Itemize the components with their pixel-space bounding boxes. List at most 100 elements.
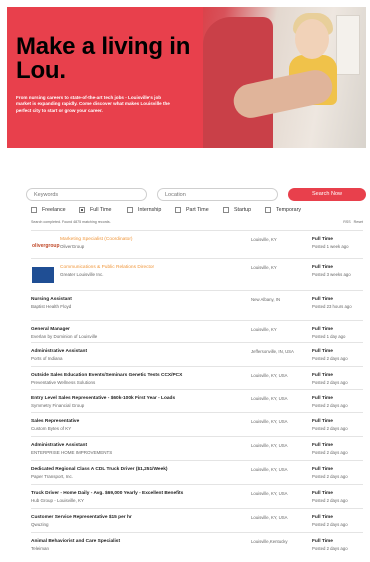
filter-label: Full Time bbox=[90, 207, 112, 213]
filter-label: Temporary bbox=[276, 207, 302, 213]
job-location: Louisville, KY, USA bbox=[251, 373, 288, 378]
job-row[interactable]: Communications & Public Relations Direct… bbox=[31, 258, 363, 290]
job-location: Louisville, KY bbox=[251, 237, 277, 242]
job-location: Louisville, KY, USA bbox=[251, 467, 288, 472]
results-summary: Search completed. Found 4875 matching re… bbox=[31, 220, 111, 224]
job-title[interactable]: Marketing Specialist (Coordinator) bbox=[60, 237, 260, 242]
job-location: Louisville, KY, USA bbox=[251, 491, 288, 496]
filter-label: Freelance bbox=[42, 207, 66, 213]
job-posted: Posted 2 days ago bbox=[312, 546, 348, 551]
job-title[interactable]: General Manager bbox=[31, 327, 231, 332]
hero-banner: Make a living in Lou. From nursing caree… bbox=[7, 7, 366, 148]
job-list: olivergroup Marketing Specialist (Coordi… bbox=[31, 230, 363, 556]
job-title[interactable]: Outside Sales Education Events/Seminars … bbox=[31, 373, 231, 378]
search-bar: Search Now bbox=[26, 188, 366, 201]
job-row[interactable]: Sales Representative Custom Bytes of KY … bbox=[31, 412, 363, 436]
job-title[interactable]: Nursing Assistant bbox=[31, 297, 231, 302]
filter-full-time[interactable]: Full Time bbox=[79, 207, 112, 213]
job-type: Full Time bbox=[312, 419, 333, 424]
greater-louisville-logo bbox=[32, 267, 54, 283]
reset-link[interactable]: Reset bbox=[354, 220, 363, 224]
checkbox-temporary[interactable] bbox=[265, 207, 271, 213]
job-title[interactable]: Entry Level Sales Representative - $60k-… bbox=[31, 396, 231, 401]
job-type: Full Time bbox=[312, 265, 333, 270]
job-company: Everlan by Dominion of Louisville bbox=[31, 334, 98, 339]
filter-label: Startup bbox=[234, 207, 252, 213]
job-company: Baptist Health Floyd bbox=[31, 304, 72, 309]
filter-freelance[interactable]: Freelance bbox=[31, 207, 66, 213]
job-title[interactable]: Administrative Assistant bbox=[31, 443, 231, 448]
job-type: Full Time bbox=[312, 373, 333, 378]
job-row[interactable]: Dedicated Regional Class A CDL Truck Dri… bbox=[31, 460, 363, 484]
job-row[interactable]: Animal Behaviorist and Care Specialist T… bbox=[31, 532, 363, 556]
search-now-button[interactable]: Search Now bbox=[288, 188, 366, 201]
job-type: Full Time bbox=[312, 515, 333, 520]
job-location: Louisville, KY bbox=[251, 265, 277, 270]
job-company: OliverGroup bbox=[60, 244, 85, 249]
job-location: Louisville, KY, USA bbox=[251, 443, 288, 448]
job-company: Custom Bytes of KY bbox=[31, 426, 72, 431]
checkbox-internship[interactable] bbox=[127, 207, 133, 213]
job-title[interactable]: Truck Driver - Home Daily - Avg. $69,000… bbox=[31, 491, 231, 496]
filter-part-time[interactable]: Part Time bbox=[175, 207, 209, 213]
checkbox-part-time[interactable] bbox=[175, 207, 181, 213]
job-row[interactable]: Truck Driver - Home Daily - Avg. $69,000… bbox=[31, 484, 363, 508]
job-title[interactable]: Animal Behaviorist and Care Specialist bbox=[31, 539, 231, 544]
job-type: Full Time bbox=[312, 349, 333, 354]
filter-startup[interactable]: Startup bbox=[223, 207, 251, 213]
rss-link[interactable]: RSS bbox=[343, 220, 350, 224]
checkbox-startup[interactable] bbox=[223, 207, 229, 213]
job-posted: Posted 2 days ago bbox=[312, 522, 348, 527]
oliver-group-logo: olivergroup bbox=[32, 243, 60, 249]
job-location: Louisville, KY, USA bbox=[251, 515, 288, 520]
job-type: Full Time bbox=[312, 491, 333, 496]
hero-description: From nursing careers to state-of-the-art… bbox=[16, 95, 170, 113]
job-type: Full Time bbox=[312, 297, 333, 302]
job-location: Louisville, KY, USA bbox=[251, 396, 288, 401]
job-posted: Posted 3 weeks ago bbox=[312, 272, 351, 277]
job-company: Hub Group - Louisville, KY bbox=[31, 498, 85, 503]
location-input[interactable] bbox=[157, 188, 278, 201]
job-row[interactable]: General Manager Everlan by Dominion of L… bbox=[31, 320, 363, 342]
job-type: Full Time bbox=[312, 443, 333, 448]
keywords-input[interactable] bbox=[26, 188, 147, 201]
job-row[interactable]: Outside Sales Education Events/Seminars … bbox=[31, 366, 363, 389]
hero-photo bbox=[203, 7, 366, 148]
filter-internship[interactable]: Internship bbox=[127, 207, 161, 213]
job-row[interactable]: Entry Level Sales Representative - $60k-… bbox=[31, 389, 363, 412]
checkbox-freelance[interactable] bbox=[31, 207, 37, 213]
job-row[interactable]: Administrative Assistant ENTERPRISE HOME… bbox=[31, 436, 363, 460]
job-posted: Posted 2 days ago bbox=[312, 498, 348, 503]
hero-title: Make a living in Lou. bbox=[16, 33, 191, 84]
job-row[interactable]: Nursing Assistant Baptist Health Floyd N… bbox=[31, 290, 363, 320]
job-posted: Posted 2 days ago bbox=[312, 380, 348, 385]
job-posted: Posted 1 week ago bbox=[312, 244, 349, 249]
job-location: Jeffersonville, IN, USA bbox=[251, 349, 294, 354]
job-row[interactable]: Administrative Assistant Ports of Indian… bbox=[31, 342, 363, 366]
job-type: Full Time bbox=[312, 237, 333, 242]
job-company: Greater Louisville Inc. bbox=[60, 272, 104, 277]
job-title[interactable]: Administrative Assistant bbox=[31, 349, 231, 354]
job-location: New Albany, IN bbox=[251, 297, 281, 302]
job-company: ENTERPRISE HOME IMPROVEMENTS bbox=[31, 450, 113, 455]
job-row[interactable]: Customer Service Representative $15 per … bbox=[31, 508, 363, 532]
job-title[interactable]: Communications & Public Relations Direct… bbox=[60, 265, 260, 270]
job-location: Louisville,Kentucky bbox=[251, 539, 288, 544]
job-title[interactable]: Sales Representative bbox=[31, 419, 231, 424]
results-summary-bar: Search completed. Found 4875 matching re… bbox=[31, 220, 363, 226]
job-type: Full Time bbox=[312, 327, 333, 332]
window-shape bbox=[336, 15, 360, 75]
job-location: Louisville, KY, USA bbox=[251, 419, 288, 424]
checkbox-full-time[interactable] bbox=[79, 207, 85, 213]
filter-temporary[interactable]: Temporary bbox=[265, 207, 301, 213]
job-company: Teleiman bbox=[31, 546, 50, 551]
job-title[interactable]: Customer Service Representative $15 per … bbox=[31, 515, 231, 520]
job-location: Louisville, KY bbox=[251, 327, 277, 332]
job-posted: Posted 2 days ago bbox=[312, 450, 348, 455]
job-type: Full Time bbox=[312, 396, 333, 401]
job-title[interactable]: Dedicated Regional Class A CDL Truck Dri… bbox=[31, 467, 231, 472]
job-company: Qwuzing bbox=[31, 522, 49, 527]
job-posted: Posted 23 hours ago bbox=[312, 304, 352, 309]
job-row[interactable]: olivergroup Marketing Specialist (Coordi… bbox=[31, 230, 363, 258]
job-posted: Posted 2 days ago bbox=[312, 474, 348, 479]
